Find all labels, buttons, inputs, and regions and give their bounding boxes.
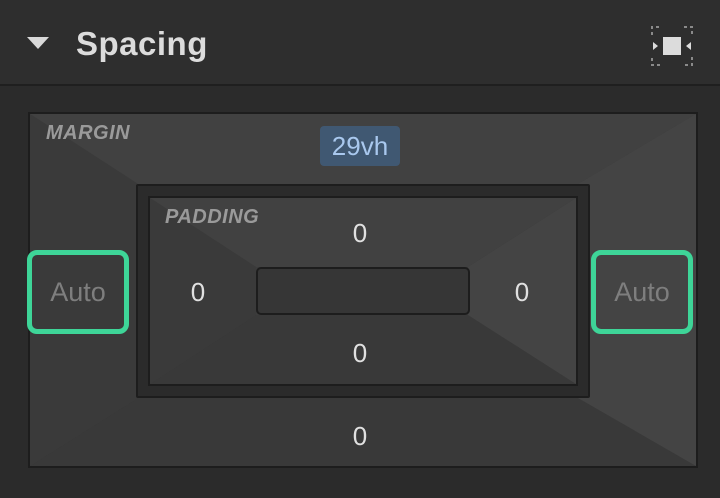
padding-bottom-value[interactable]: 0 — [330, 336, 390, 370]
panel-header[interactable]: Spacing — [0, 0, 720, 86]
margin-label: MARGIN — [46, 122, 131, 144]
padding-left-value[interactable]: 0 — [168, 275, 228, 309]
margin-left-value[interactable]: Auto — [32, 274, 124, 310]
margin-top-value[interactable]: 29vh — [320, 126, 400, 166]
panel-title: Spacing — [76, 25, 208, 62]
padding-label: PADDING — [165, 206, 260, 228]
caret-down-icon[interactable] — [27, 37, 49, 49]
content-box — [256, 267, 470, 315]
margin-right-value[interactable]: Auto — [596, 274, 688, 310]
margin-bottom-value[interactable]: 0 — [320, 419, 400, 453]
spacing-panel: Spacing MARGIN 29vh 0 PADDING 0 0 0 0 Au… — [0, 0, 720, 498]
spacing-mode-icon[interactable] — [651, 26, 693, 66]
padding-top-value[interactable]: 0 — [330, 216, 390, 250]
padding-right-value[interactable]: 0 — [492, 275, 552, 309]
